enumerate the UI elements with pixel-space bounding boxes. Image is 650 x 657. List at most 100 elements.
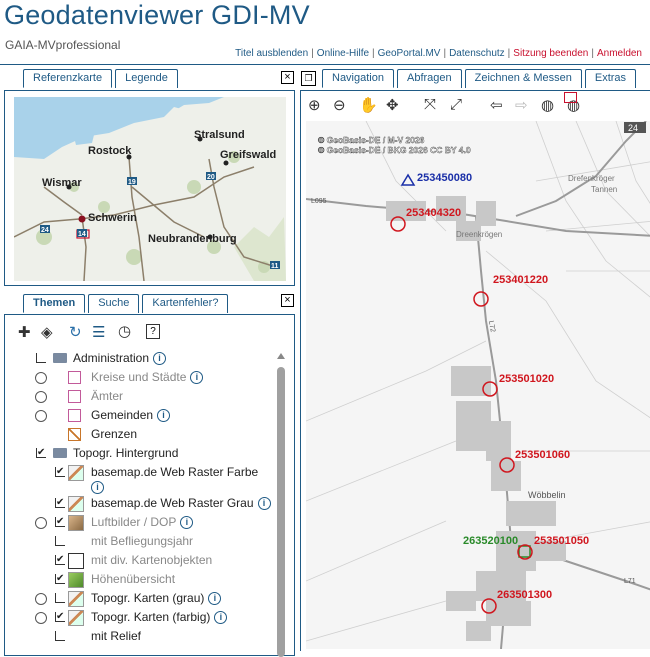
tab-themen[interactable]: Themen [23, 294, 86, 313]
layer-label[interactable]: Höhenübersicht [91, 572, 175, 586]
layer-checkbox[interactable] [55, 536, 65, 546]
layer-radio[interactable] [35, 391, 47, 403]
table-icon [68, 553, 84, 569]
link-end-session[interactable]: Sitzung beenden [513, 48, 588, 59]
layer-label[interactable]: basemap.de Web Raster Grau i [91, 496, 271, 511]
folder-icon [53, 448, 67, 458]
road-24: 24 [41, 227, 49, 234]
globe-box-icon[interactable]: ◍ [564, 92, 580, 114]
tab-kartenfehler[interactable]: Kartenfehler? [142, 294, 229, 313]
layer-row: mit Befliegungsjahr [5, 533, 275, 551]
info-icon[interactable]: i [214, 611, 228, 625]
full-extent-icon[interactable]: ⤢ [450, 96, 462, 113]
layer-radio[interactable] [35, 372, 47, 384]
layers-icon[interactable]: ◈ [41, 323, 53, 341]
layer-row: ✔ Luftbilder / DOP i [5, 514, 275, 532]
layer-label[interactable]: Ämter [91, 389, 123, 403]
close-overview-icon[interactable]: × [281, 71, 294, 84]
app-title: Geodatenviewer GDI-MV [4, 0, 310, 30]
link-geoportal[interactable]: GeoPortal.MV [378, 48, 441, 59]
scroll-thumb[interactable] [277, 367, 285, 657]
layer-radio[interactable] [35, 517, 47, 529]
tab-abfragen[interactable]: Abfragen [396, 69, 462, 88]
layer-label[interactable]: Administration i [73, 351, 167, 366]
main-map[interactable]: 24 L095 L72 L71 © GeoBasis-DE / M-V 2026… [306, 121, 650, 649]
layer-row: Ämter [5, 388, 275, 406]
layer-radio[interactable] [35, 593, 47, 605]
zoom-out-icon[interactable]: ⊖ [333, 96, 346, 114]
layer-radio[interactable] [35, 410, 47, 422]
road-11: 11 [271, 263, 279, 270]
layer-checkbox[interactable] [36, 353, 46, 363]
info-icon[interactable]: i [208, 592, 222, 606]
layer-row: mit Relief [5, 628, 275, 646]
layer-label[interactable]: Kreise und Städte i [91, 370, 204, 385]
layer-label[interactable]: Grenzen [91, 427, 137, 441]
point-label-263520100: 263520100 [463, 535, 518, 547]
layer-checkbox[interactable]: ✔ [55, 517, 65, 527]
tab-zeichnen-messen[interactable]: Zeichnen & Messen [464, 69, 582, 88]
layer-label[interactable]: Topogr. Karten (farbig) i [91, 610, 228, 625]
info-icon[interactable]: i [157, 409, 171, 423]
tree-scrollbar[interactable] [276, 353, 286, 657]
restore-window-icon[interactable]: ❐ [301, 71, 316, 86]
city-schwerin: Schwerin [88, 212, 137, 224]
tab-legende[interactable]: Legende [115, 69, 178, 88]
overview-map[interactable]: Rostock Stralsund Greifswald Wismar Schw… [14, 97, 286, 281]
point-label-253404320: 253404320 [406, 207, 461, 219]
layer-checkbox[interactable]: ✔ [55, 498, 65, 508]
layer-label[interactable]: mit Befliegungsjahr [91, 534, 193, 548]
layer-label[interactable]: basemap.de Web Raster Farbe i [91, 465, 258, 494]
layer-label[interactable]: Topogr. Hintergrund [73, 446, 178, 460]
layer-thumbnail-icon [68, 496, 84, 512]
forward-arrow-icon[interactable]: ⇨ [515, 96, 528, 114]
layers-stack-icon[interactable]: ☰ [92, 323, 105, 341]
layer-checkbox[interactable]: ✔ [55, 467, 65, 477]
point-label-253501060: 253501060 [515, 449, 570, 461]
link-privacy[interactable]: Datenschutz [449, 48, 505, 59]
tab-navigation[interactable]: Navigation [322, 69, 394, 88]
folder-icon [53, 353, 67, 363]
zoom-to-extent-icon[interactable]: ⤧ [424, 96, 436, 113]
point-label-253450080: 253450080 [417, 172, 472, 184]
add-icon[interactable]: ✚ [18, 323, 31, 341]
layer-row: ✔ Topogr. Karten (farbig) i [5, 609, 275, 627]
tab-extras[interactable]: Extras [584, 69, 637, 88]
info-icon[interactable]: i [91, 481, 104, 494]
layer-label[interactable]: mit div. Kartenobjekten [91, 553, 212, 567]
layer-thumbnail-icon [68, 591, 84, 607]
layer-label[interactable]: Topogr. Karten (grau) i [91, 591, 222, 606]
layer-row: ✔ basemap.de Web Raster Grau i [5, 495, 275, 513]
link-login[interactable]: Anmelden [597, 48, 642, 59]
layer-row: Topogr. Karten (grau) i [5, 590, 275, 608]
tab-referenzkarte[interactable]: Referenzkarte [23, 69, 113, 88]
layer-checkbox[interactable]: ✔ [36, 448, 46, 458]
layer-label[interactable]: mit Relief [91, 629, 141, 643]
layer-radio[interactable] [35, 612, 47, 624]
refresh-icon[interactable]: ↻ [69, 323, 82, 341]
info-icon[interactable]: i [180, 516, 194, 530]
layer-checkbox[interactable]: ✔ [55, 555, 65, 565]
link-online-help[interactable]: Online-Hilfe [317, 48, 369, 59]
close-themes-icon[interactable]: × [281, 294, 294, 307]
info-icon[interactable]: i [190, 371, 204, 385]
link-hide-title[interactable]: Titel ausblenden [235, 48, 308, 59]
layer-checkbox[interactable] [55, 593, 65, 603]
scroll-up-icon[interactable] [277, 353, 285, 359]
pan-hand-icon[interactable]: ✋ [359, 96, 378, 114]
layer-label[interactable]: Gemeinden i [91, 408, 171, 423]
layer-checkbox[interactable] [55, 631, 65, 641]
tab-suche[interactable]: Suche [88, 294, 140, 313]
clock-icon[interactable]: ◷ [118, 322, 131, 340]
zoom-in-icon[interactable]: ⊕ [308, 96, 321, 114]
move-icon[interactable]: ✥ [386, 96, 399, 114]
layer-checkbox[interactable]: ✔ [55, 574, 65, 584]
help-icon[interactable]: ? [146, 324, 160, 339]
globe-icon[interactable]: ◍ [541, 96, 554, 114]
back-arrow-icon[interactable]: ⇦ [490, 96, 503, 114]
layer-checkbox[interactable]: ✔ [55, 612, 65, 622]
layer-label[interactable]: Luftbilder / DOP i [91, 515, 194, 530]
road-label-l095: L095 [311, 198, 327, 205]
info-icon[interactable]: i [257, 497, 271, 511]
info-icon[interactable]: i [153, 352, 167, 366]
